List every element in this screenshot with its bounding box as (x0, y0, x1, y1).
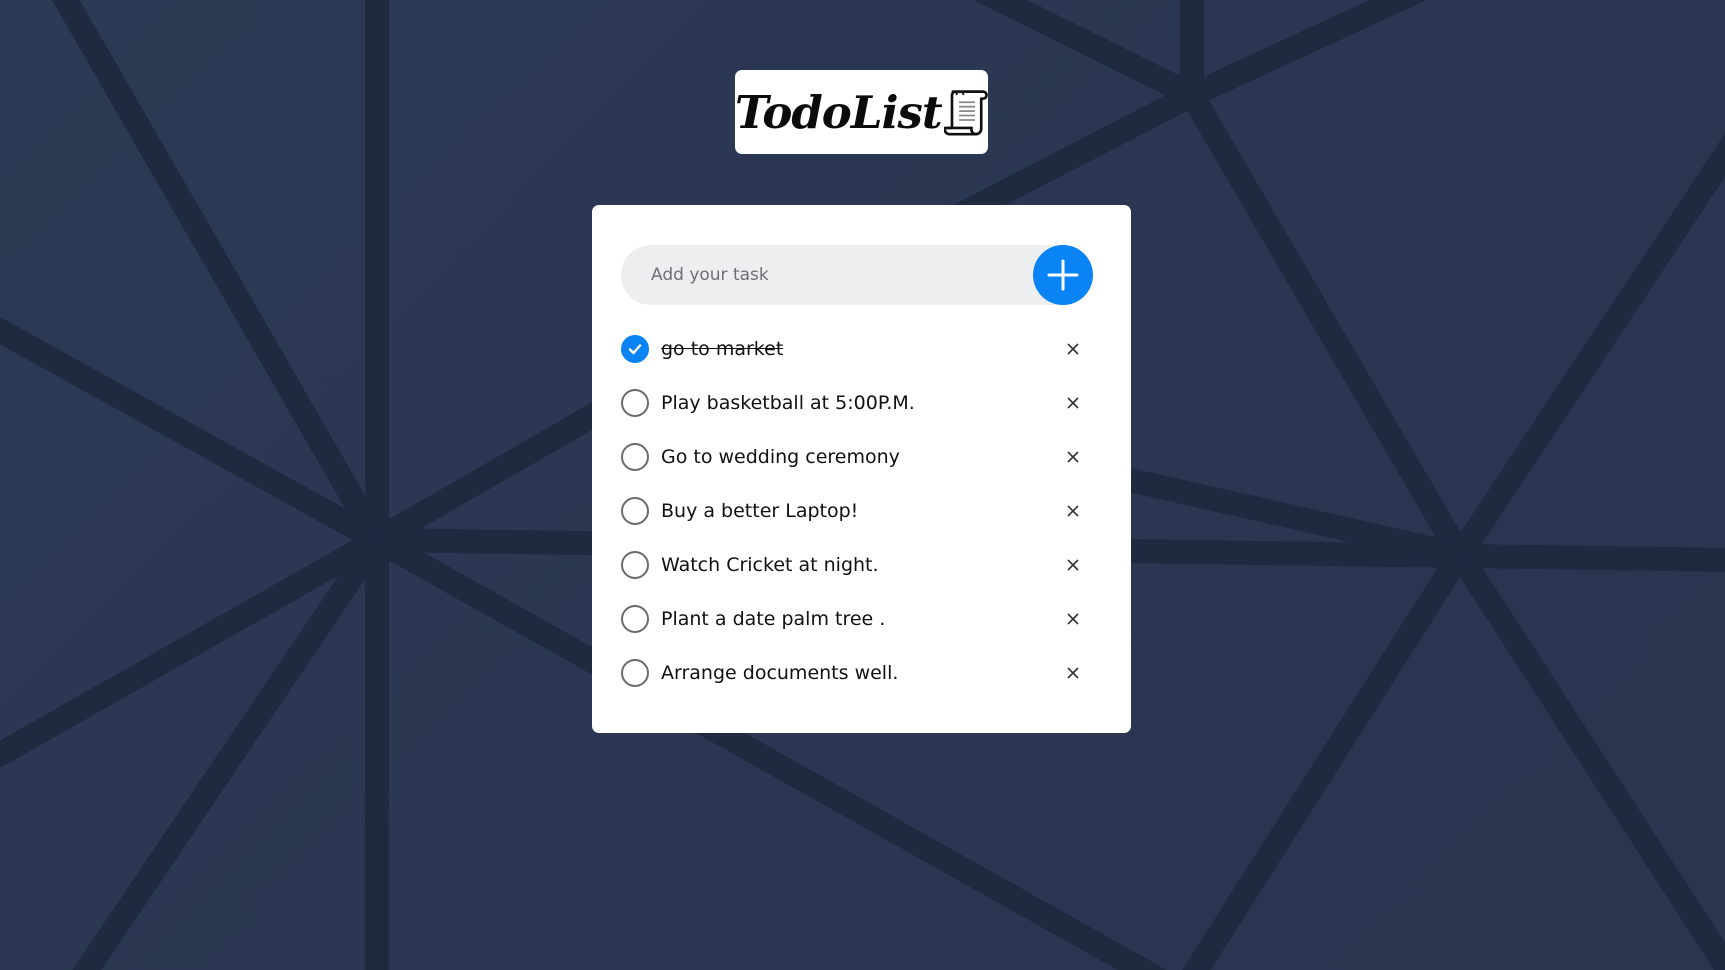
close-icon (1067, 397, 1079, 409)
task-label[interactable]: Go to wedding ceremony (661, 446, 900, 468)
task-checkbox[interactable] (621, 497, 649, 525)
task-item: Plant a date palm tree . (621, 592, 1101, 646)
task-checkbox[interactable] (621, 389, 649, 417)
remove-task-button[interactable] (1063, 447, 1083, 467)
add-task-button[interactable] (1033, 245, 1093, 305)
task-checkbox[interactable] (621, 335, 649, 363)
task-item: go to market (621, 322, 1101, 376)
close-icon (1067, 559, 1079, 571)
task-checkbox[interactable] (621, 551, 649, 579)
task-list: go to market Play basketball at 5:00P.M.… (621, 322, 1101, 700)
task-label[interactable]: Watch Cricket at night. (661, 554, 879, 576)
task-item: Buy a better Laptop! (621, 484, 1101, 538)
scroll-icon (943, 90, 988, 136)
task-checkbox[interactable] (621, 659, 649, 687)
close-icon (1067, 505, 1079, 517)
close-icon (1067, 613, 1079, 625)
remove-task-button[interactable] (1063, 555, 1083, 575)
task-checkbox[interactable] (621, 443, 649, 471)
remove-task-button[interactable] (1063, 501, 1083, 521)
remove-task-button[interactable] (1063, 663, 1083, 683)
remove-task-button[interactable] (1063, 609, 1083, 629)
task-input-row (621, 245, 1093, 305)
close-icon (1067, 343, 1079, 355)
task-label[interactable]: Buy a better Laptop! (661, 500, 858, 522)
task-checkbox[interactable] (621, 605, 649, 633)
task-item: Go to wedding ceremony (621, 430, 1101, 484)
logo-text: TodoList (735, 85, 943, 139)
close-icon (1067, 451, 1079, 463)
check-icon (628, 344, 642, 355)
task-item: Play basketball at 5:00P.M. (621, 376, 1101, 430)
task-label[interactable]: Play basketball at 5:00P.M. (661, 392, 915, 414)
remove-task-button[interactable] (1063, 339, 1083, 359)
app-logo: TodoList (735, 70, 988, 154)
task-input[interactable] (621, 245, 1021, 305)
close-icon (1067, 667, 1079, 679)
todo-card: go to market Play basketball at 5:00P.M.… (592, 205, 1131, 733)
remove-task-button[interactable] (1063, 393, 1083, 413)
task-item: Arrange documents well. (621, 646, 1101, 700)
task-item: Watch Cricket at night. (621, 538, 1101, 592)
plus-icon (1047, 259, 1079, 291)
task-label[interactable]: go to market (661, 338, 783, 360)
task-label[interactable]: Arrange documents well. (661, 662, 898, 684)
task-label[interactable]: Plant a date palm tree . (661, 608, 885, 630)
